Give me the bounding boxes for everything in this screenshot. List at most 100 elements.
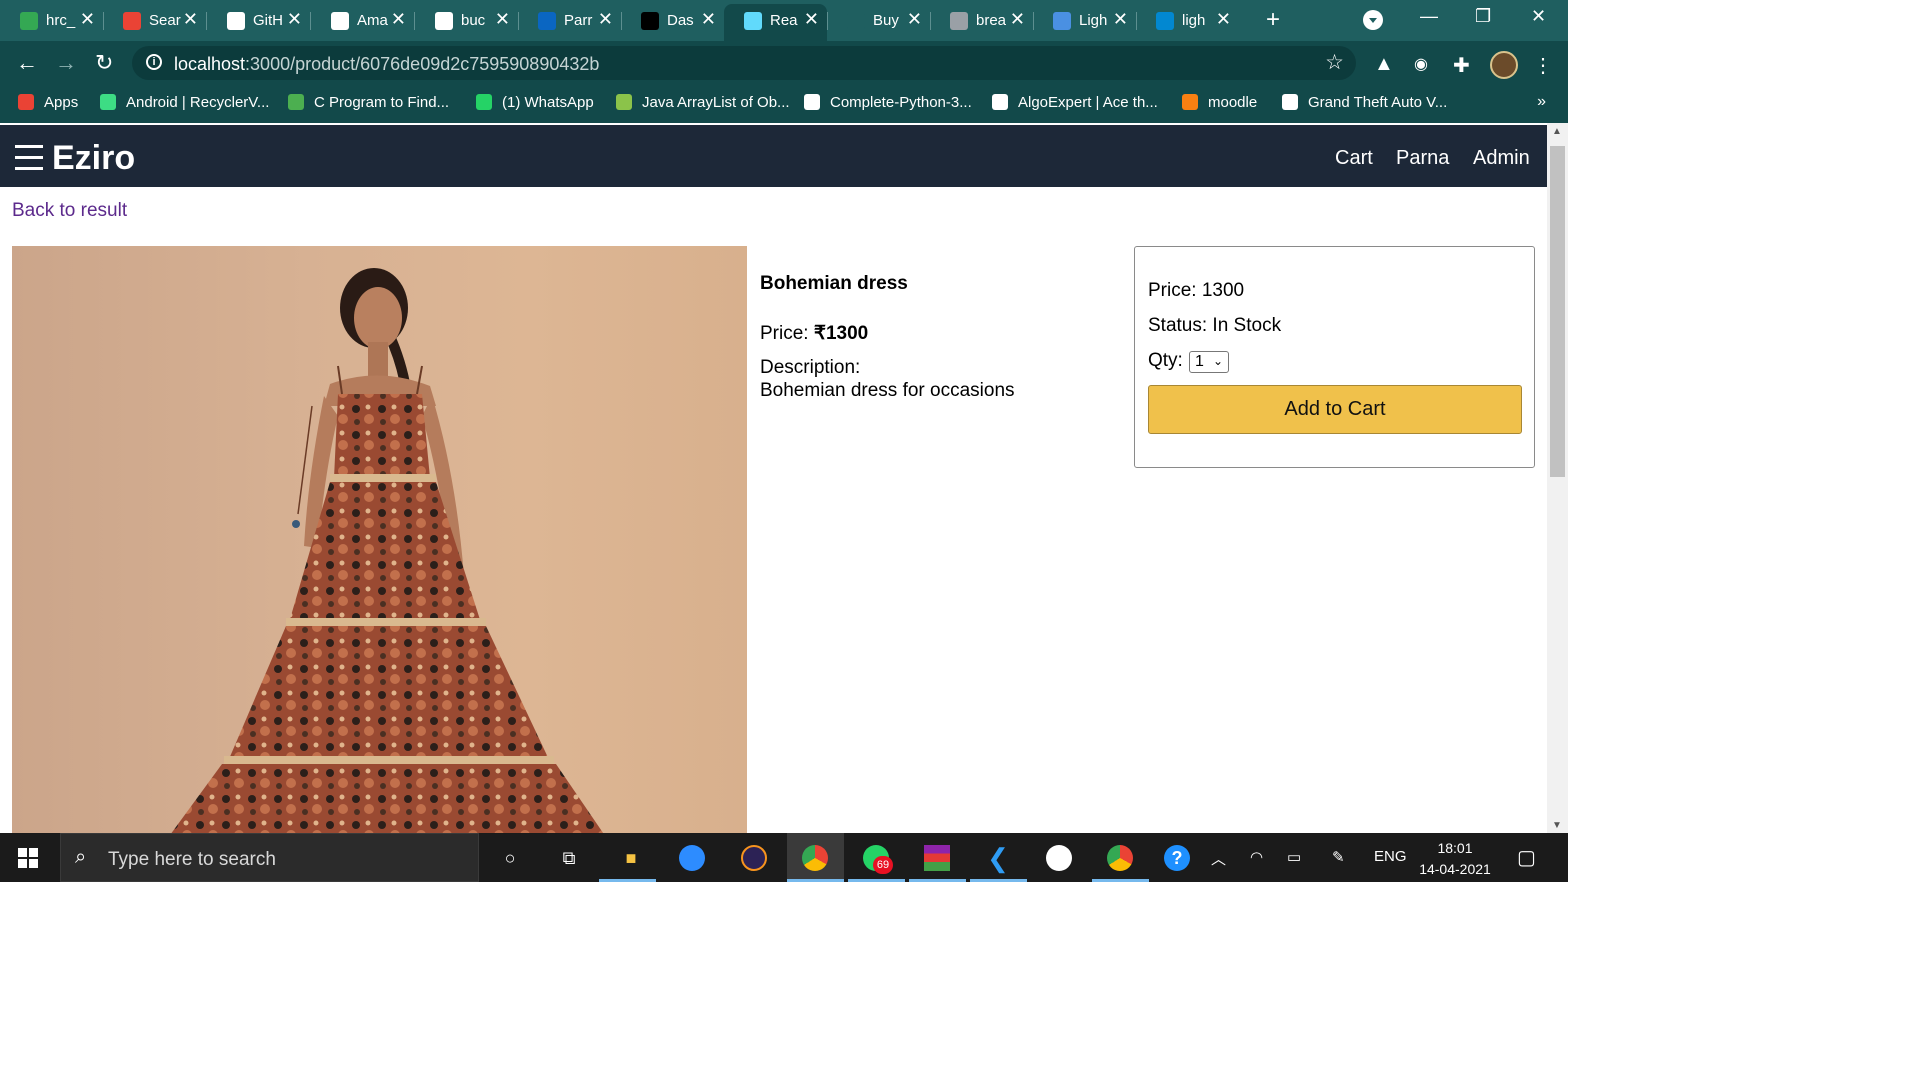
url-text[interactable]: localhost:3000/product/6076de09d2c759590… xyxy=(174,54,599,75)
site-icon xyxy=(288,94,304,110)
tray-overflow-icon[interactable]: ︿ xyxy=(1211,848,1226,869)
mongodb-compass-icon[interactable] xyxy=(1045,844,1073,872)
tab-close-icon[interactable]: ✕ xyxy=(907,9,922,30)
winrar-running-indicator xyxy=(909,879,966,882)
scroll-down-icon[interactable]: ▼ xyxy=(1552,820,1562,831)
zoom-icon[interactable] xyxy=(678,844,706,872)
tab-close-icon[interactable]: ✕ xyxy=(495,9,510,30)
nav-admin-link[interactable]: Admin xyxy=(1473,147,1530,170)
forward-arrow-icon[interactable]: → xyxy=(55,50,77,76)
bookmark-item[interactable]: Complete-Python-3... xyxy=(804,94,972,111)
new-tab-button[interactable]: + xyxy=(1266,6,1280,34)
bookmark-star-icon[interactable]: ☆ xyxy=(1325,50,1344,75)
battery-icon[interactable]: ▭ xyxy=(1287,848,1301,866)
winrar-icon[interactable] xyxy=(923,844,951,872)
pen-icon[interactable]: ✎ xyxy=(1332,848,1345,866)
react-icon xyxy=(744,12,762,30)
browser-tab[interactable]: Parr ✕ xyxy=(518,4,621,37)
product-name: Bohemian dress xyxy=(760,273,908,294)
bookmark-item[interactable]: AlgoExpert | Ace th... xyxy=(992,94,1158,111)
browser-tab[interactable]: Das ✕ xyxy=(621,4,724,37)
file-explorer-icon[interactable]: ■ xyxy=(617,844,645,872)
bookmark-item[interactable]: C Program to Find... xyxy=(288,94,449,111)
site-info-icon[interactable]: i xyxy=(146,54,162,70)
profile-avatar[interactable] xyxy=(1490,51,1518,79)
help-icon[interactable]: ? xyxy=(1163,844,1191,872)
notifications-icon[interactable]: ▢ xyxy=(1517,845,1536,870)
apps-grid-icon xyxy=(18,94,34,110)
back-to-result-link[interactable]: Back to result xyxy=(12,200,127,222)
hamburger-menu-icon[interactable] xyxy=(15,145,43,171)
reload-icon[interactable]: ↻ xyxy=(95,50,113,76)
scroll-up-icon[interactable]: ▲ xyxy=(1552,126,1562,137)
tab-close-icon[interactable]: ✕ xyxy=(287,9,302,30)
more-bookmarks-icon[interactable]: » xyxy=(1537,93,1546,111)
epic-icon xyxy=(1282,94,1298,110)
tab-close-icon[interactable]: ✕ xyxy=(80,9,95,30)
tab-close-icon[interactable]: ✕ xyxy=(701,9,716,30)
bookmark-label: Apps xyxy=(44,94,79,111)
browser-tab[interactable]: Ligh ✕ xyxy=(1033,4,1136,37)
description-label: Description: xyxy=(760,357,861,378)
add-to-cart-button[interactable]: Add to Cart xyxy=(1148,385,1522,434)
tab-close-icon[interactable]: ✕ xyxy=(1216,9,1231,30)
bookmark-item[interactable]: Apps xyxy=(18,94,78,111)
shop-icon xyxy=(847,12,865,30)
browser-tab[interactable]: hrc_ ✕ xyxy=(0,4,103,37)
browser-tab[interactable]: Buy ✕ xyxy=(827,4,930,37)
eclipse-icon[interactable] xyxy=(740,844,768,872)
extensions-puzzle-icon[interactable]: ✚ xyxy=(1453,53,1470,78)
browser-tab[interactable]: Ama ✕ xyxy=(311,4,414,37)
browser-tab[interactable]: Rea ✕ xyxy=(724,4,827,41)
browser-tab[interactable]: brea ✕ xyxy=(930,4,1033,37)
page-scrollbar[interactable]: ▲ ▼ xyxy=(1547,123,1568,833)
address-bar[interactable]: i localhost:3000/product/6076de09d2c7595… xyxy=(132,46,1356,80)
wifi-icon[interactable]: ◠ xyxy=(1250,848,1263,866)
bookmark-item[interactable]: Java ArrayList of Ob... xyxy=(616,94,790,111)
tab-search-icon[interactable] xyxy=(1363,10,1383,30)
taskbar-clock[interactable]: 18:01 14-04-2021 xyxy=(1418,838,1492,880)
chrome-icon[interactable] xyxy=(801,844,829,872)
bookmark-item[interactable]: (1) WhatsApp xyxy=(476,94,594,111)
taskbar-search-box[interactable]: ⌕ Type here to search xyxy=(60,833,479,882)
nav-cart-link[interactable]: Cart xyxy=(1335,147,1373,170)
buybox-price: Price: 1300 xyxy=(1148,280,1245,301)
tab-close-icon[interactable]: ✕ xyxy=(183,9,198,30)
windows-start-icon[interactable] xyxy=(18,848,38,868)
bookmark-item[interactable]: moodle xyxy=(1182,94,1257,111)
cortana-icon[interactable]: ○ xyxy=(496,844,524,872)
tab-close-icon[interactable]: ✕ xyxy=(598,9,613,30)
nav-user-link[interactable]: Parna xyxy=(1396,147,1449,170)
chrome-profile-icon[interactable] xyxy=(1106,844,1134,872)
bookmarks-bar: Apps Android | RecyclerV... C Program to F… xyxy=(0,85,1568,123)
tab-close-icon[interactable]: ✕ xyxy=(804,9,819,30)
restore-icon[interactable]: ❐ xyxy=(1475,6,1491,27)
scroll-thumb[interactable] xyxy=(1550,146,1565,477)
browser-tab-bar: hrc_ ✕ Sear ✕ GitH ✕ Ama ✕ buc ✕ Parr ✕ Das ✕ Rea ✕ Buy ✕… xyxy=(0,0,1568,41)
tab-close-icon[interactable]: ✕ xyxy=(1113,9,1128,30)
task-view-icon[interactable]: ⧉ xyxy=(555,844,583,872)
vscode-icon[interactable]: ❮ xyxy=(984,843,1012,873)
colorzilla-icon xyxy=(1053,12,1071,30)
bookmark-item[interactable]: Grand Theft Auto V... xyxy=(1282,94,1447,111)
browser-tab[interactable]: Sear ✕ xyxy=(103,4,206,37)
close-window-icon[interactable]: ✕ xyxy=(1531,6,1546,27)
cursor-extension-icon[interactable]: ◉ xyxy=(1414,54,1428,74)
qty-select[interactable]: 1 ⌄ xyxy=(1189,351,1229,373)
tab-close-icon[interactable]: ✕ xyxy=(391,9,406,30)
whatsapp-icon xyxy=(476,94,492,110)
browser-tab[interactable]: GitH ✕ xyxy=(207,4,310,37)
chrome-menu-icon[interactable]: ⋮ xyxy=(1533,53,1553,78)
back-arrow-icon[interactable]: ← xyxy=(16,50,38,76)
language-indicator[interactable]: ENG xyxy=(1374,848,1407,865)
drive-extension-icon[interactable]: ▲ xyxy=(1374,53,1394,76)
google-drive-icon xyxy=(20,12,38,30)
bookmark-item[interactable]: Android | RecyclerV... xyxy=(100,94,269,111)
browser-tab[interactable]: buc ✕ xyxy=(415,4,518,37)
amazon-icon xyxy=(331,12,349,30)
site-brand[interactable]: Eziro xyxy=(52,139,135,178)
browser-tab[interactable]: ligh ✕ xyxy=(1136,4,1239,37)
minimize-icon[interactable]: — xyxy=(1420,6,1438,27)
tab-title: Ligh xyxy=(1079,12,1108,29)
tab-close-icon[interactable]: ✕ xyxy=(1010,9,1025,30)
